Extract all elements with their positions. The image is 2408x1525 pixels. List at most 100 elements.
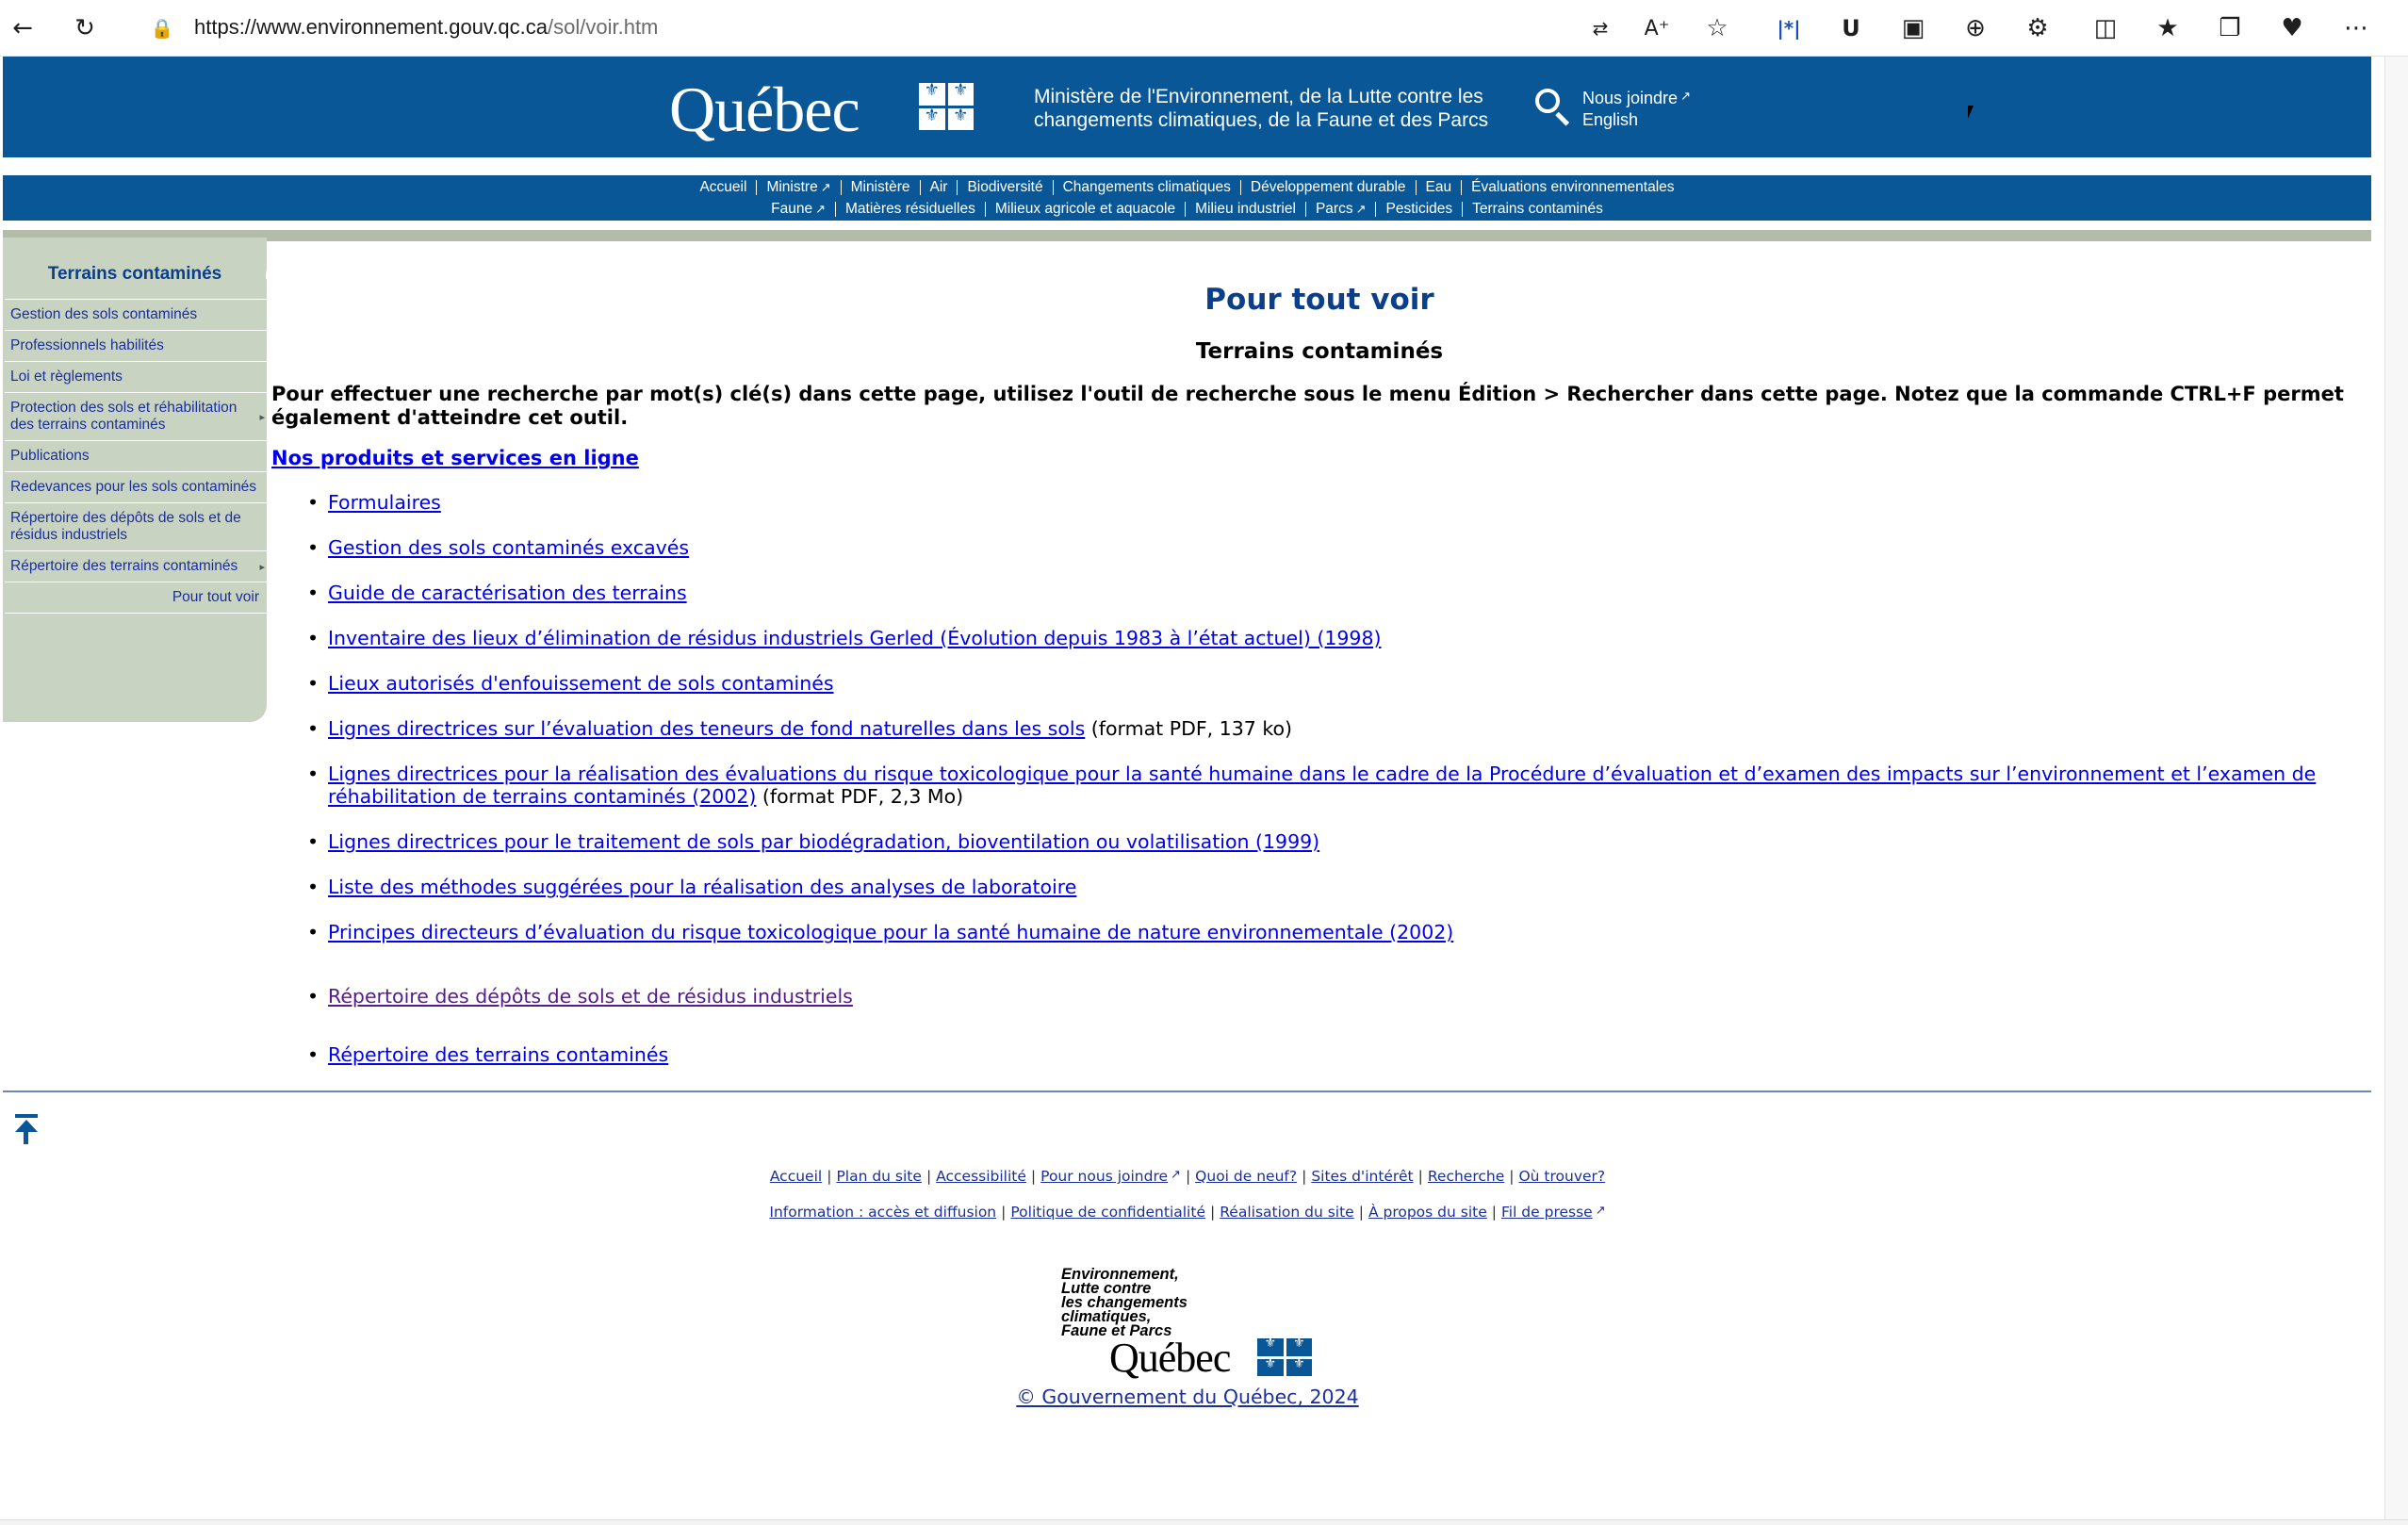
window-bottom-edge	[0, 1519, 2408, 1525]
read-aloud-icon[interactable]: A⁺	[1636, 8, 1678, 49]
sidebar-item-repertoire-terrains[interactable]: Répertoire des terrains contaminés ▸	[5, 551, 267, 582]
more-menu-icon[interactable]: ⋯	[2335, 8, 2377, 49]
nav-item-changements-climatiques[interactable]: Changements climatiques	[1052, 180, 1240, 195]
nav-row-1: Accueil Ministre ↗ Ministère Air Biodiversité…	[3, 179, 2371, 196]
favorite-star-icon[interactable]: ☆	[1696, 8, 1738, 49]
doc-link[interactable]: Formulaires	[328, 491, 441, 514]
footer-ministry-logo-text: Environnement, Lutte contre les changeme…	[1061, 1267, 1250, 1339]
bullet: •	[307, 876, 319, 898]
nav-item-matieres-residuelles[interactable]: Matières résiduelles	[835, 202, 985, 217]
section-heading-link[interactable]: Nos produits et services en ligne	[271, 447, 639, 469]
doc-link[interactable]: Guide de caractérisation des terrains	[328, 582, 687, 604]
address-bar[interactable]: https://www.environnement.gouv.qc.ca/sol…	[194, 15, 658, 40]
list-item: • Inventaire des lieux d’élimination de r…	[307, 627, 2364, 649]
nav-item-ministere[interactable]: Ministère	[840, 180, 920, 195]
footer-link-realisation[interactable]: Réalisation du site	[1220, 1204, 1354, 1221]
list-item: • Lignes directrices pour la réalisation …	[307, 762, 2364, 808]
bullet: •	[307, 921, 319, 943]
footer-link-a-propos[interactable]: À propos du site	[1368, 1204, 1487, 1221]
nav-item-eau[interactable]: Eau	[1415, 180, 1462, 195]
refresh-icon[interactable]: ↻	[64, 8, 106, 49]
nav-item-biodiversite[interactable]: Biodiversité	[957, 180, 1052, 195]
nav-item-label: Faune	[771, 201, 813, 217]
bullet: •	[307, 582, 319, 604]
sidebar-item-protection[interactable]: Protection des sols et réhabilitation de…	[5, 393, 267, 441]
sidebar-list: Gestion des sols contaminés Professionne…	[5, 299, 267, 614]
lock-icon[interactable]: 🔒	[141, 8, 183, 49]
extension-icon[interactable]: U	[1830, 8, 1872, 49]
bullet: •	[307, 672, 319, 695]
favorites-icon[interactable]: ★	[2147, 8, 2188, 49]
sidebar-item-gestion-sols[interactable]: Gestion des sols contaminés	[5, 299, 267, 331]
nav-item-label: Ministre	[766, 179, 818, 195]
footer-link-recherche[interactable]: Recherche	[1428, 1168, 1504, 1185]
extension-icon[interactable]: |*|	[1768, 8, 1810, 49]
translate-icon[interactable]: ⇄	[1580, 8, 1621, 49]
footer-link-plan-du-site[interactable]: Plan du site	[836, 1168, 922, 1185]
footer-link-accueil[interactable]: Accueil	[770, 1168, 822, 1185]
health-icon[interactable]: ♥	[2271, 8, 2313, 49]
list-item: • Lieux autorisés d'enfouissement de sols…	[307, 672, 2364, 695]
extensions-puzzle-icon[interactable]: ⚙	[2017, 8, 2058, 49]
search-icon[interactable]	[1532, 85, 1573, 126]
sidebar-item-redevances[interactable]: Redevances pour les sols contaminés	[5, 472, 267, 503]
nav-item-faune[interactable]: Faune ↗	[762, 202, 835, 217]
page-title: Pour tout voir	[1204, 283, 1434, 317]
nav-item-accueil[interactable]: Accueil	[690, 180, 756, 195]
english-link[interactable]: English	[1582, 110, 1638, 130]
footer-link-information[interactable]: Information : accès et diffusion	[769, 1204, 996, 1221]
footer-link-sites-interet[interactable]: Sites d'intérêt	[1311, 1168, 1413, 1185]
nav-item-terrains-contamines[interactable]: Terrains contaminés	[1462, 202, 1613, 217]
doc-link[interactable]: Répertoire des terrains contaminés	[328, 1043, 668, 1066]
doc-link[interactable]: Gestion des sols contaminés excavés	[328, 536, 689, 559]
footer-quebec-logo: Québec	[1109, 1335, 1231, 1381]
doc-link[interactable]: Lignes directrices pour le traitement de…	[328, 830, 1319, 853]
back-to-top-icon[interactable]	[13, 1114, 41, 1144]
doc-link[interactable]: Liste des méthodes suggérées pour la réa…	[328, 876, 1076, 898]
nav-item-evaluations-environnementales[interactable]: Évaluations environnementales	[1461, 180, 1683, 195]
nav-item-developpement-durable[interactable]: Développement durable	[1239, 180, 1416, 195]
nav-item-pesticides[interactable]: Pesticides	[1375, 202, 1462, 217]
sidebar-item-repertoire-depots[interactable]: Répertoire des dépôts de sols et de rési…	[5, 503, 267, 551]
nav-item-air[interactable]: Air	[919, 180, 958, 195]
url-path: /sol/voir.htm	[548, 15, 659, 39]
nav-item-milieu-industriel[interactable]: Milieu industriel	[1185, 202, 1305, 217]
copyright-link[interactable]: © Gouvernement du Québec, 2024	[1016, 1386, 1358, 1408]
external-link-icon: ↗	[820, 180, 831, 194]
doc-link[interactable]: Principes directeurs d’évaluation du ris…	[328, 921, 1453, 943]
sidebar-item-loi[interactable]: Loi et règlements	[5, 362, 267, 393]
nav-item-ministre[interactable]: Ministre ↗	[756, 180, 840, 195]
list-item: • Formulaires	[307, 491, 2364, 514]
footer-link-confidentialite[interactable]: Politique de confidentialité	[1010, 1204, 1205, 1221]
bullet: •	[307, 762, 319, 785]
sidebar-item-publications[interactable]: Publications	[5, 441, 267, 472]
doc-link[interactable]: Lieux autorisés d'enfouissement de sols …	[328, 672, 834, 695]
screenshot-icon[interactable]: ▣	[1892, 8, 1934, 49]
list-item: • Principes directeurs d’évaluation du ri…	[307, 921, 2364, 943]
crosshair-icon[interactable]: ⊕	[1955, 8, 1996, 49]
split-screen-icon[interactable]: ◫	[2085, 8, 2126, 49]
nav-item-label: Parcs	[1315, 201, 1353, 217]
nav-item-milieux-agricole[interactable]: Milieux agricole et aquacole	[984, 202, 1185, 217]
list-item: • Gestion des sols contaminés excavés	[307, 536, 2364, 559]
contact-link[interactable]: Nous joindre ↗	[1582, 89, 1691, 108]
footer-link-fil-de-presse[interactable]: Fil de presse ↗	[1501, 1204, 1606, 1221]
doc-link[interactable]: Inventaire des lieux d’élimination de ré…	[328, 627, 1382, 649]
sidebar-item-label: Protection des sols et réhabilitation de…	[10, 400, 238, 433]
sidebar-item-label: Répertoire des terrains contaminés	[10, 558, 238, 574]
back-icon[interactable]: ←	[2, 8, 43, 49]
sidebar-item-pour-tout-voir[interactable]: Pour tout voir	[5, 582, 267, 614]
quebec-logo[interactable]: Québec	[669, 75, 860, 143]
footer-link-pour-nous-joindre[interactable]: Pour nous joindre ↗	[1040, 1168, 1181, 1185]
footer-link-quoi-de-neuf[interactable]: Quoi de neuf?	[1195, 1168, 1297, 1185]
doc-link[interactable]: Répertoire des dépôts de sols et de rési…	[328, 985, 853, 1008]
footer-link-accessibilite[interactable]: Accessibilité	[936, 1168, 1026, 1185]
footer-link-ou-trouver[interactable]: Où trouver?	[1518, 1168, 1605, 1185]
footer-divider	[3, 1090, 2371, 1092]
doc-link[interactable]: Lignes directrices sur l’évaluation des …	[328, 717, 1085, 740]
collections-icon[interactable]: ❐	[2209, 8, 2251, 49]
doc-link[interactable]: Lignes directrices pour la réalisation d…	[328, 762, 2316, 808]
sidebar-item-professionnels[interactable]: Professionnels habilités	[5, 331, 267, 362]
footer-link-label: Fil de presse	[1500, 1204, 1593, 1221]
nav-item-parcs[interactable]: Parcs ↗	[1304, 201, 1376, 217]
